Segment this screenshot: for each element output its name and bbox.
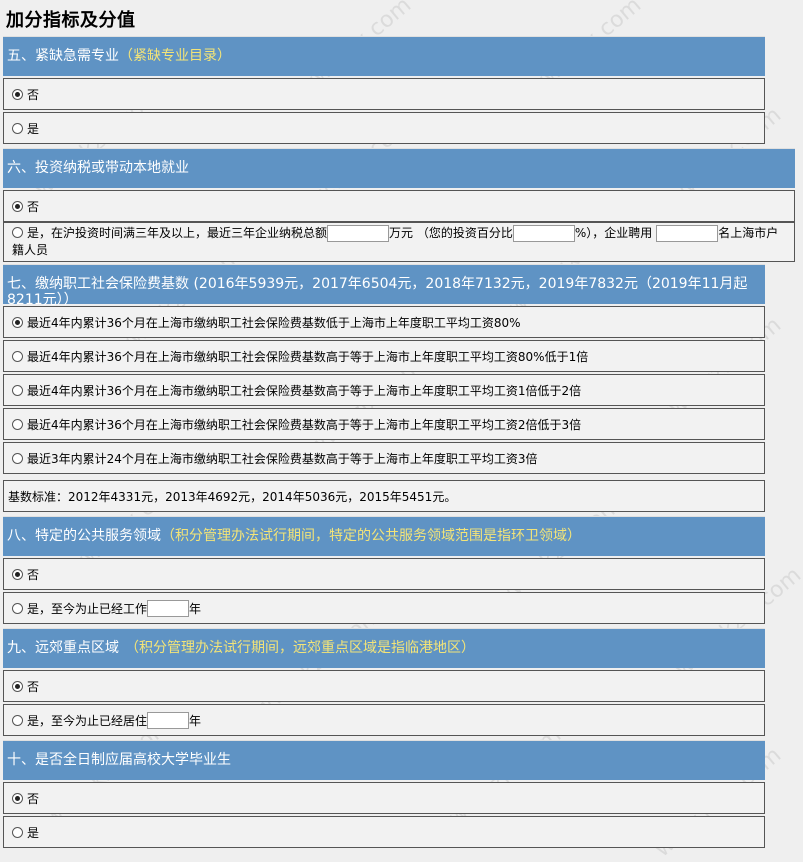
section-title: 八、特定的公共服务领域 xyxy=(7,528,161,544)
section-header-shortage-major: 五、紧缺急需专业（紧缺专业目录） xyxy=(3,36,765,76)
radio-selected[interactable] xyxy=(12,88,23,100)
years-worked-input[interactable] xyxy=(147,599,190,617)
radio[interactable] xyxy=(12,602,23,614)
option-shortage-major-no[interactable]: 否 xyxy=(3,78,765,110)
investment-percent-input[interactable] xyxy=(512,225,575,242)
section-title: 十、是否全日制应届高校大学毕业生 xyxy=(7,752,231,768)
section-hint: （积分管理办法试行期间，远郊重点区域是指临港地区） xyxy=(125,640,475,656)
section-header-social-insurance: 七、缴纳职工社会保险费基数 (2016年5939元，2017年6504元，201… xyxy=(3,264,765,308)
option-label: 最近4年内累计36个月在上海市缴纳职工社会保险费基数高于等于上海市上年度职工平均… xyxy=(27,349,589,364)
option-label: 名上海市户 xyxy=(718,226,779,240)
section-header-public-service: 八、特定的公共服务领域（积分管理办法试行期间，特定的公共服务领域范围是指环卫领域… xyxy=(3,516,765,556)
option-graduate-yes[interactable]: 是 xyxy=(3,816,765,848)
radio-selected[interactable] xyxy=(12,568,23,580)
option-suburban-no[interactable]: 否 xyxy=(3,670,765,702)
section-title: 九、远郊重点区域 xyxy=(7,640,119,656)
section-title: 六、投资纳税或带动本地就业 xyxy=(7,160,189,176)
section-hint: （积分管理办法试行期间，特定的公共服务领域范围是指环卫领域） xyxy=(161,528,581,544)
option-label: 年 xyxy=(189,713,202,728)
shortage-major-catalog-link[interactable]: （紧缺专业目录） xyxy=(119,48,231,64)
option-label: 否 xyxy=(27,791,40,806)
radio[interactable] xyxy=(12,826,23,838)
option-label: 否 xyxy=(27,679,40,694)
section-title: 五、紧缺急需专业 xyxy=(7,48,119,64)
section-header-investment-tax: 六、投资纳税或带动本地就业 xyxy=(3,148,795,188)
option-social-insurance-3[interactable]: 最近4年内累计36个月在上海市缴纳职工社会保险费基数高于等于上海市上年度职工平均… xyxy=(3,374,765,406)
option-label: 年 xyxy=(189,601,202,616)
radio-selected[interactable] xyxy=(12,200,23,212)
option-label: 是 xyxy=(27,121,40,136)
option-social-insurance-5[interactable]: 最近3年内累计24个月在上海市缴纳职工社会保险费基数高于等于上海市上年度职工平均… xyxy=(3,442,765,474)
option-label: 最近4年内累计36个月在上海市缴纳职工社会保险费基数低于上海市上年度职工平均工资… xyxy=(27,315,521,330)
section-title: 七、缴纳职工社会保险费基数 (2016年5939元，2017年6504元，201… xyxy=(7,276,748,308)
social-insurance-base-note: 基数标准：2012年4331元，2013年4692元，2014年5036元，20… xyxy=(3,480,765,512)
option-label: 否 xyxy=(27,199,40,214)
option-label: 否 xyxy=(27,567,40,582)
option-public-service-yes[interactable]: 是，至今为止已经工作 年 xyxy=(3,592,765,624)
section-header-graduate: 十、是否全日制应届高校大学毕业生 xyxy=(3,740,765,780)
option-label: 万元 （您的投资百分比 xyxy=(389,226,513,240)
radio-selected[interactable] xyxy=(12,680,23,692)
option-label: 籍人员 xyxy=(12,243,49,257)
option-social-insurance-1[interactable]: 最近4年内累计36个月在上海市缴纳职工社会保险费基数低于上海市上年度职工平均工资… xyxy=(3,306,765,338)
option-label: 是 xyxy=(27,825,40,840)
option-public-service-no[interactable]: 否 xyxy=(3,558,765,590)
option-investment-yes[interactable]: 是，在沪投资时间满三年及以上，最近三年企业纳税总额 万元 （您的投资百分比 %），企… xyxy=(3,222,795,262)
option-shortage-major-yes[interactable]: 是 xyxy=(3,112,765,144)
radio[interactable] xyxy=(12,418,23,430)
years-resided-input[interactable] xyxy=(147,711,190,729)
radio[interactable] xyxy=(12,227,23,238)
radio-selected[interactable] xyxy=(12,316,23,328)
option-label: 是，至今为止已经居住 xyxy=(27,713,148,728)
option-label: 最近3年内累计24个月在上海市缴纳职工社会保险费基数高于等于上海市上年度职工平均… xyxy=(27,451,538,466)
option-suburban-yes[interactable]: 是，至今为止已经居住 年 xyxy=(3,704,765,736)
radio[interactable] xyxy=(12,122,23,134)
tax-total-input[interactable] xyxy=(327,225,390,242)
section-header-suburban-area: 九、远郊重点区域 （积分管理办法试行期间，远郊重点区域是指临港地区） xyxy=(3,628,765,668)
note-text: 基数标准：2012年4331元，2013年4692元，2014年5036元，20… xyxy=(8,489,457,504)
radio[interactable] xyxy=(12,452,23,464)
page-title: 加分指标及分值 xyxy=(6,10,136,31)
option-investment-no[interactable]: 否 xyxy=(3,190,795,222)
option-label: 否 xyxy=(27,87,40,102)
radio[interactable] xyxy=(12,714,23,726)
option-label: 是，至今为止已经工作 xyxy=(27,601,148,616)
radio[interactable] xyxy=(12,384,23,396)
option-graduate-no[interactable]: 否 xyxy=(3,782,765,814)
option-label: 是，在沪投资时间满三年及以上，最近三年企业纳税总额 xyxy=(27,226,328,240)
option-label: 最近4年内累计36个月在上海市缴纳职工社会保险费基数高于等于上海市上年度职工平均… xyxy=(27,417,582,432)
option-social-insurance-2[interactable]: 最近4年内累计36个月在上海市缴纳职工社会保险费基数高于等于上海市上年度职工平均… xyxy=(3,340,765,372)
local-employees-input[interactable] xyxy=(656,225,719,242)
option-label: 最近4年内累计36个月在上海市缴纳职工社会保险费基数高于等于上海市上年度职工平均… xyxy=(27,383,582,398)
radio[interactable] xyxy=(12,350,23,362)
option-social-insurance-4[interactable]: 最近4年内累计36个月在上海市缴纳职工社会保险费基数高于等于上海市上年度职工平均… xyxy=(3,408,765,440)
option-label: %），企业聘用 xyxy=(574,226,653,240)
radio-selected[interactable] xyxy=(12,792,23,804)
